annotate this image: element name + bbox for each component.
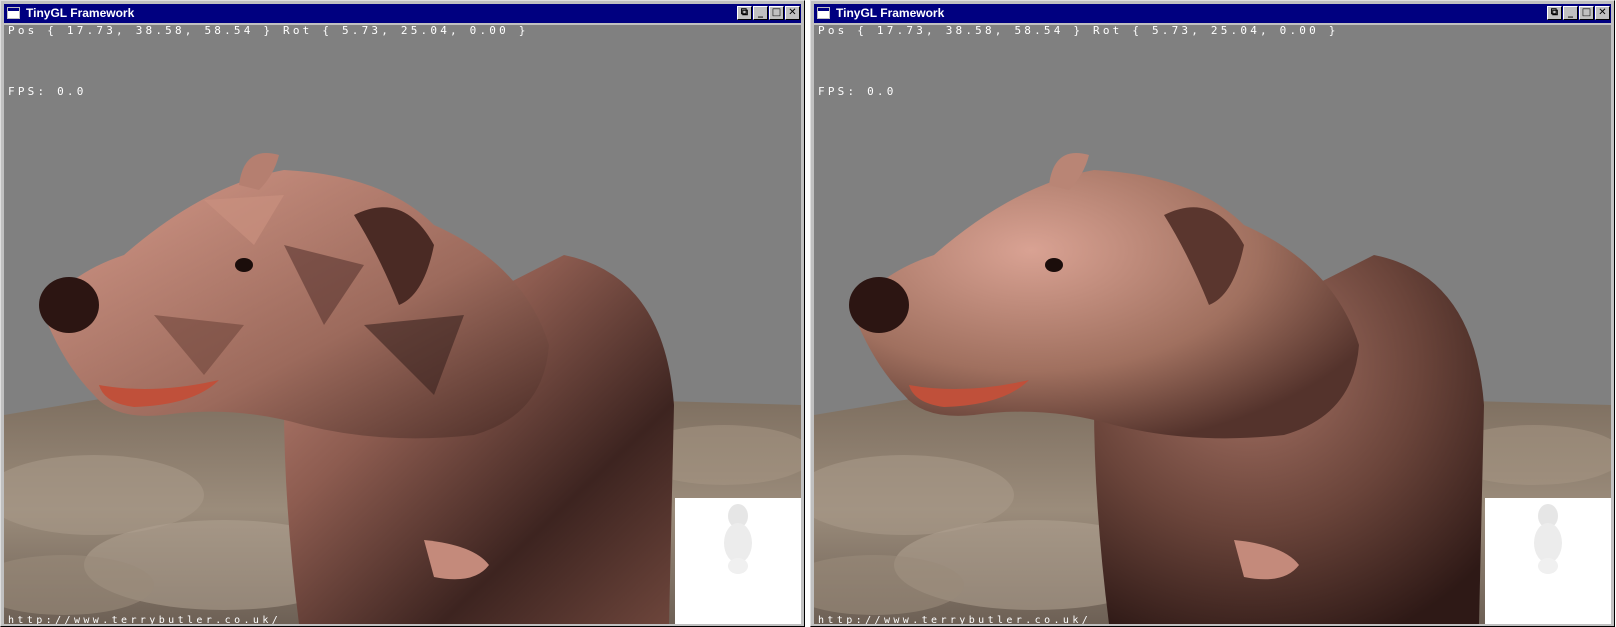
title-bar[interactable]: TinyGL Framework ⧉ _ □ ✕ <box>814 4 1611 23</box>
mascot-watermark-icon <box>1534 504 1562 574</box>
maximize-button[interactable]: □ <box>1579 6 1594 20</box>
position-rotation-readout: Pos { 17.73, 38.58, 58.54 } Rot { 5.73, … <box>8 25 529 37</box>
mascot-watermark-icon <box>724 504 752 574</box>
window-title: TinyGL Framework <box>836 6 945 20</box>
author-url-text: http://www.terrybutler.co.uk/ <box>8 615 282 624</box>
window-title: TinyGL Framework <box>26 6 135 20</box>
position-rotation-readout: Pos { 17.73, 38.58, 58.54 } Rot { 5.73, … <box>818 25 1339 37</box>
close-button[interactable]: ✕ <box>785 6 800 20</box>
render-viewport[interactable]: Pos { 17.73, 38.58, 58.54 } Rot { 5.73, … <box>4 25 801 624</box>
author-url-text: http://www.terrybutler.co.uk/ <box>818 615 1092 624</box>
restore-icon[interactable]: ⧉ <box>737 6 752 20</box>
window-app-icon[interactable] <box>817 7 830 19</box>
minimize-button[interactable]: _ <box>753 6 768 20</box>
minimize-button[interactable]: _ <box>1563 6 1578 20</box>
tinygl-window-flat[interactable]: TinyGL Framework ⧉ _ □ ✕ Pos {17.73, 38… <box>0 0 805 627</box>
close-button[interactable]: ✕ <box>1595 6 1610 20</box>
restore-icon[interactable]: ⧉ <box>1547 6 1562 20</box>
window-app-icon[interactable] <box>7 7 20 19</box>
watermark-logo-box <box>1485 498 1611 624</box>
fps-readout: FPS: 0.0 <box>8 85 87 98</box>
title-bar[interactable]: TinyGL Framework ⧉ _ □ ✕ <box>4 4 801 23</box>
tinygl-window-smooth[interactable]: TinyGL Framework ⧉ _ □ ✕ Pos {17.73, 38… <box>810 0 1615 627</box>
watermark-logo-box <box>675 498 801 624</box>
maximize-button[interactable]: □ <box>769 6 784 20</box>
render-viewport[interactable]: Pos { 17.73, 38.58, 58.54 } Rot { 5.73, … <box>814 25 1611 624</box>
fps-readout: FPS: 0.0 <box>818 85 897 98</box>
